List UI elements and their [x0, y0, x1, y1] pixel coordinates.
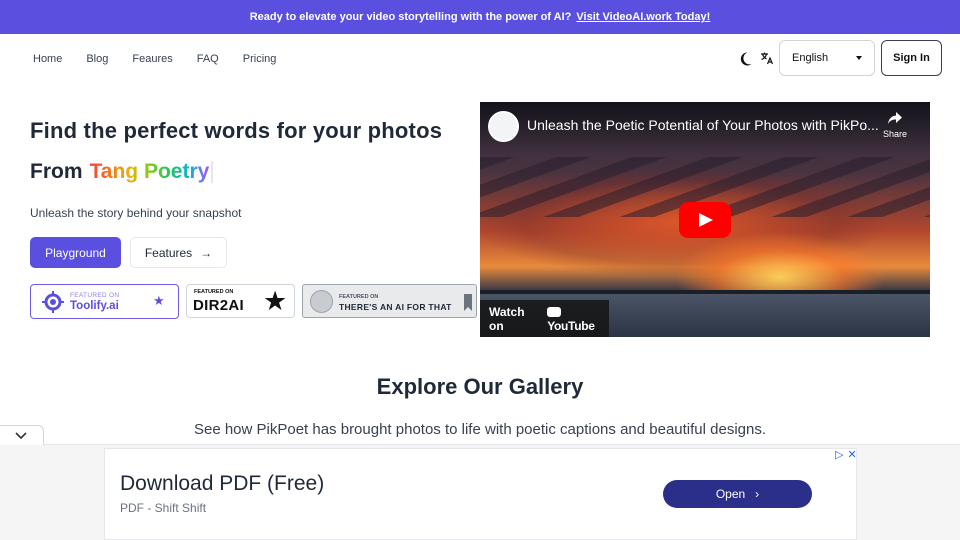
- top-nav: Home Blog Feaures FAQ Pricing English Si…: [0, 34, 960, 84]
- toolify-logo-icon: [42, 291, 64, 313]
- ad-controls: ▷ ✕: [835, 448, 857, 461]
- dir2ai-badge[interactable]: FEATURED ON DIR2AI ★: [186, 284, 295, 318]
- youtube-logo: YouTube: [547, 305, 609, 333]
- play-icon[interactable]: [679, 202, 731, 238]
- ad-open-label: Open: [715, 487, 746, 501]
- share-button[interactable]: Share: [880, 111, 910, 139]
- chevron-down-icon: [15, 432, 27, 440]
- channel-avatar[interactable]: [488, 111, 519, 142]
- language-value: English: [792, 52, 829, 64]
- nav-faq[interactable]: FAQ: [197, 53, 219, 65]
- close-icon[interactable]: ✕: [847, 448, 856, 461]
- promo-banner: Ready to elevate your video storytelling…: [0, 0, 960, 34]
- toolify-name: Toolify.ai: [70, 300, 119, 312]
- language-select[interactable]: English: [779, 40, 875, 76]
- taaft-badge[interactable]: FEATURED ON THERE'S AN AI FOR THAT: [302, 284, 477, 318]
- gallery-subtitle: See how PikPoet has brought photos to li…: [193, 421, 767, 438]
- gallery-title: Explore Our Gallery: [376, 374, 584, 399]
- share-icon: [888, 112, 902, 124]
- ad-card[interactable]: Download PDF (Free) PDF - Shift Shift Op…: [104, 448, 857, 540]
- youtube-embed[interactable]: Unleash the Poetic Potential of Your Pho…: [480, 102, 930, 337]
- translate-icon[interactable]: [760, 51, 776, 67]
- hand-logo-icon: [310, 290, 333, 313]
- features-button-label: Features: [144, 245, 193, 260]
- arrow-right-icon: →: [200, 245, 213, 260]
- taaft-name: THERE'S AN AI FOR THAT: [339, 302, 452, 312]
- share-label: Share: [882, 129, 908, 139]
- star-icon: ★: [153, 293, 165, 308]
- nav-pricing[interactable]: Pricing: [243, 53, 277, 65]
- banner-text: Ready to elevate your video storytelling…: [249, 11, 572, 23]
- watch-on-label: Watch on: [489, 304, 525, 333]
- features-button[interactable]: Features →: [130, 237, 227, 268]
- hero-subtitle: From Tang Poetry: [30, 160, 214, 184]
- ad-open-button[interactable]: Open ›: [663, 480, 812, 508]
- hero-title: Find the perfect words for your photos: [30, 118, 443, 143]
- moon-icon[interactable]: [737, 51, 753, 67]
- star-icon: ★: [263, 286, 288, 316]
- sign-in-button[interactable]: Sign In: [881, 40, 942, 76]
- dir2ai-featured-label: FEATURED ON: [194, 289, 234, 295]
- ad-headline: Download PDF (Free): [120, 472, 325, 495]
- banner-link[interactable]: Visit VideoAI.work Today!: [576, 11, 710, 23]
- video-title[interactable]: Unleash the Poetic Potential of Your Pho…: [527, 117, 879, 133]
- hero-typed-text: Tang Poetry: [89, 160, 210, 183]
- nav-home[interactable]: Home: [33, 53, 62, 65]
- playground-button[interactable]: Playground: [30, 237, 121, 268]
- chevron-right-icon: ›: [755, 487, 760, 501]
- nav-blog[interactable]: Blog: [86, 53, 108, 65]
- bookmark-icon: [464, 294, 472, 311]
- toolify-featured-label: FEATURED ON: [70, 292, 120, 299]
- nav-links: Home Blog Feaures FAQ Pricing: [33, 34, 300, 84]
- hero-from: From: [30, 160, 83, 183]
- ad-collapse-button[interactable]: [0, 425, 44, 445]
- watch-on-youtube-button[interactable]: Watch on YouTube: [480, 300, 609, 337]
- ad-choices-icon[interactable]: ▷: [835, 448, 843, 461]
- chevron-down-icon: [856, 56, 862, 60]
- ad-subline: PDF - Shift Shift: [120, 501, 207, 515]
- hero-tagline: Unleash the story behind your snapshot: [30, 206, 242, 220]
- typing-cursor: [211, 161, 214, 183]
- nav-features[interactable]: Feaures: [132, 53, 172, 65]
- dir2ai-name: DIR2AI: [193, 297, 244, 314]
- taaft-featured-label: FEATURED ON: [339, 294, 379, 300]
- toolify-badge[interactable]: FEATURED ON Toolify.ai ★: [30, 284, 179, 319]
